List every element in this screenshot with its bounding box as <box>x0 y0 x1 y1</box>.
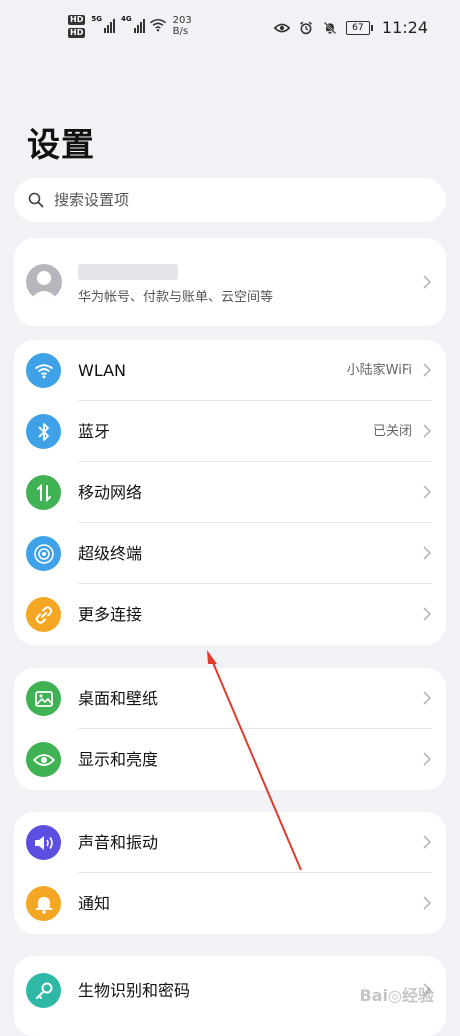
settings-item-label: 桌面和壁纸 <box>78 689 159 708</box>
settings-item-wlan[interactable]: WLAN 小陆家WiFi <box>14 340 446 401</box>
settings-item-label: 更多连接 <box>78 605 143 624</box>
settings-group-connectivity: WLAN 小陆家WiFi 蓝牙 已关闭 移动网络 超级终端 更多连接 <box>14 340 446 645</box>
key-icon <box>26 973 61 1008</box>
watermark-logo: Bai◎经验 <box>359 986 434 1005</box>
eye-icon <box>26 742 61 777</box>
status-bar: HD HD 5G 4G 203 B/s 67 11:24 <box>0 0 460 58</box>
wifi-icon <box>26 353 61 388</box>
chevron-right-icon <box>423 691 432 705</box>
settings-item-label: 超级终端 <box>78 544 143 563</box>
chevron-right-icon <box>423 896 432 910</box>
settings-item-more-connections[interactable]: 更多连接 <box>14 584 446 645</box>
status-right: 67 11:24 <box>273 18 428 37</box>
settings-group-display: 桌面和壁纸 显示和亮度 <box>14 668 446 790</box>
wallpaper-icon <box>26 681 61 716</box>
chevron-right-icon <box>423 546 432 560</box>
settings-item-display-brightness[interactable]: 显示和亮度 <box>14 729 446 790</box>
search-bar[interactable] <box>14 178 446 222</box>
settings-item-label: 声音和振动 <box>78 833 159 852</box>
settings-item-value: 小陆家WiFi <box>346 363 412 378</box>
alarm-icon <box>299 21 312 34</box>
page-title: 设置 <box>27 125 95 164</box>
battery-indicator: 67 <box>345 20 373 35</box>
settings-item-mobile-network[interactable]: 移动网络 <box>14 462 446 523</box>
account-subtitle: 华为帐号、付款与账单、云空间等 <box>78 290 274 305</box>
link-icon <box>26 597 61 632</box>
account-name-blurred <box>78 264 178 280</box>
network-speed-unit: B/s <box>172 26 189 37</box>
mobile-network-icon <box>26 475 61 510</box>
settings-group-sound: 声音和振动 通知 <box>14 812 446 934</box>
settings-item-value: 已关闭 <box>372 424 412 439</box>
chevron-right-icon <box>423 275 432 289</box>
status-time: 11:24 <box>381 18 428 37</box>
settings-item-wallpaper[interactable]: 桌面和壁纸 <box>14 668 446 729</box>
settings-item-bluetooth[interactable]: 蓝牙 已关闭 <box>14 401 446 462</box>
chevron-right-icon <box>423 607 432 621</box>
settings-item-label: 显示和亮度 <box>78 750 159 769</box>
network-speed-value: 203 <box>172 15 192 26</box>
eye-status-icon <box>273 23 290 32</box>
chevron-right-icon <box>423 485 432 499</box>
speaker-icon <box>26 825 61 860</box>
avatar <box>26 264 62 300</box>
chevron-right-icon <box>423 752 432 766</box>
bluetooth-icon <box>26 414 61 449</box>
hd-badge-1: HD <box>68 15 86 25</box>
account-card[interactable]: 华为帐号、付款与账单、云空间等 <box>14 238 446 326</box>
signal-5g-icon: 5G <box>91 15 115 33</box>
hd-badge-2: HD <box>68 28 86 38</box>
avatar-person-icon <box>30 271 58 300</box>
chevron-right-icon <box>423 424 432 438</box>
network-gen-2: 4G <box>120 15 132 23</box>
super-device-icon <box>26 536 61 571</box>
network-gen-1: 5G <box>91 15 102 23</box>
settings-item-label: 移动网络 <box>78 483 143 502</box>
settings-item-sound-vibration[interactable]: 声音和振动 <box>14 812 446 873</box>
status-left: HD HD 5G 4G 203 B/s <box>68 15 192 38</box>
mute-bell-icon <box>323 21 337 34</box>
signal-4g-icon: 4G <box>121 15 145 33</box>
network-speed: 203 B/s <box>173 15 192 37</box>
settings-item-super-device[interactable]: 超级终端 <box>14 523 446 584</box>
search-icon <box>28 192 44 208</box>
chevron-right-icon <box>423 363 432 377</box>
search-input[interactable] <box>52 190 416 210</box>
settings-item-label: WLAN <box>78 361 127 380</box>
settings-item-label: 蓝牙 <box>78 422 111 441</box>
settings-item-label: 生物识别和密码 <box>78 981 191 1000</box>
settings-item-label: 通知 <box>78 894 111 913</box>
settings-item-notifications[interactable]: 通知 <box>14 873 446 934</box>
wifi-status-icon <box>149 19 166 32</box>
bell-icon <box>26 886 61 921</box>
chevron-right-icon <box>423 835 432 849</box>
